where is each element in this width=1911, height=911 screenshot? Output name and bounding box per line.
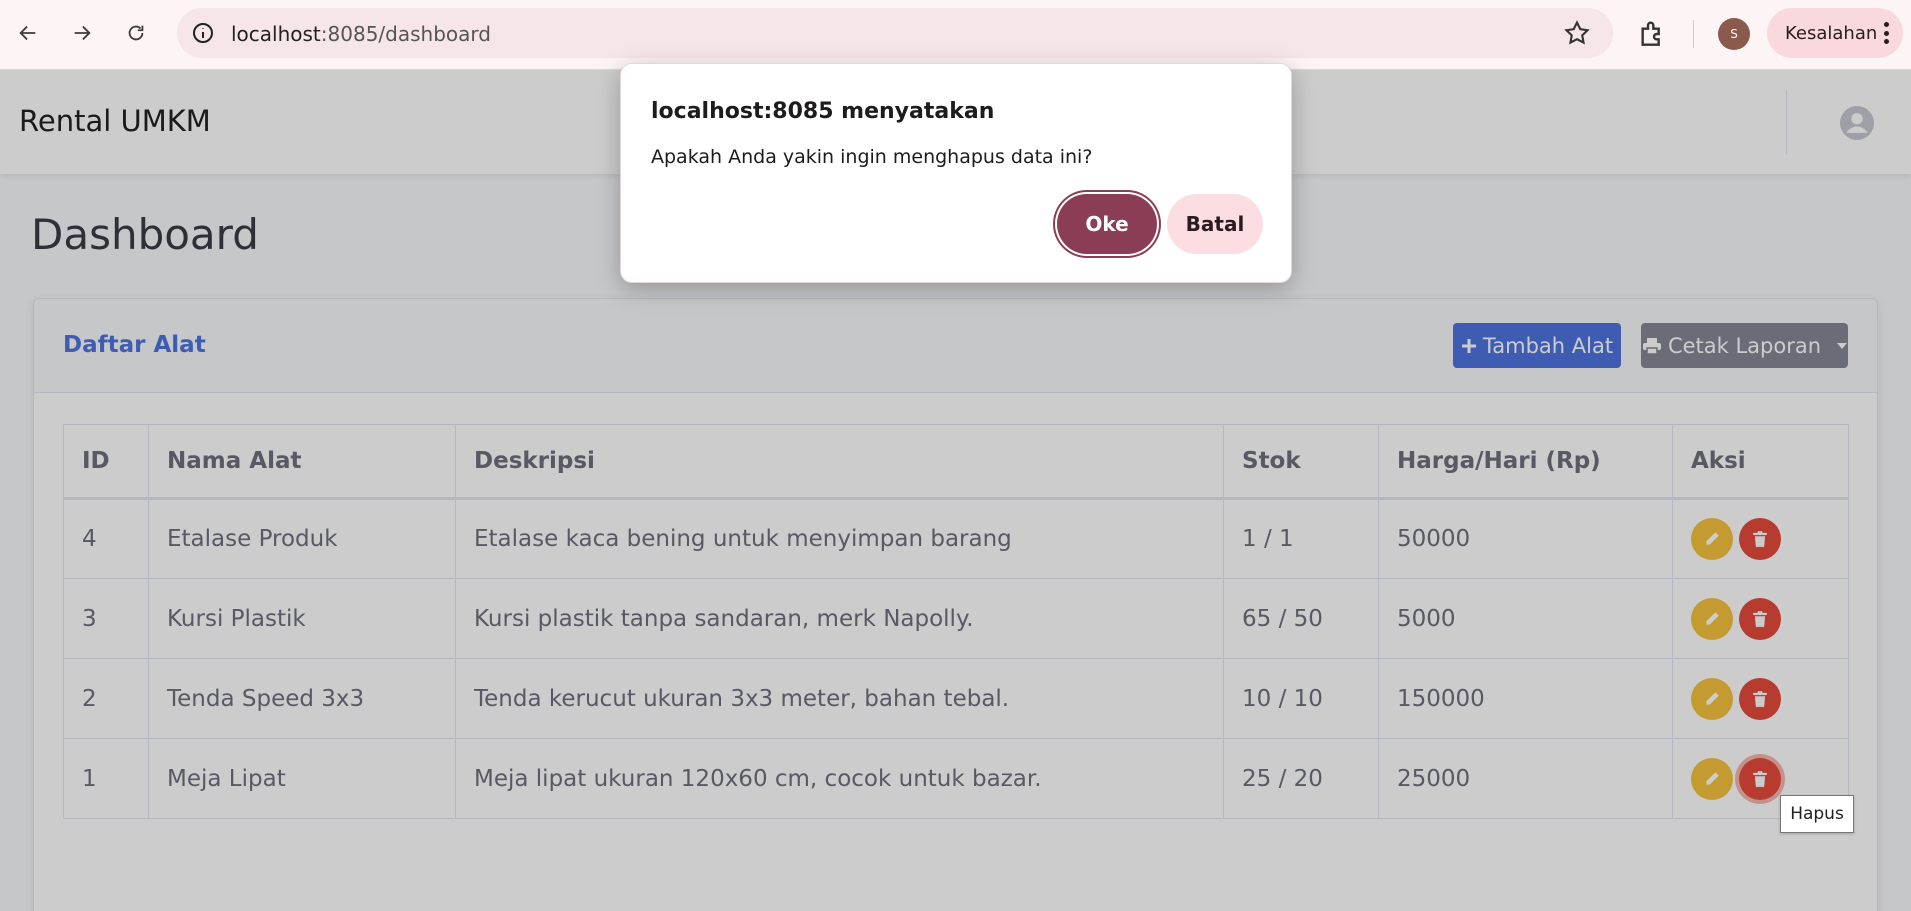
url-text: localhost:8085/dashboard [231,22,491,46]
delete-tooltip: Hapus [1780,795,1854,833]
back-button[interactable] [12,17,44,49]
dialog-message: Apakah Anda yakin ingin menghapus data i… [651,146,1093,168]
ok-button[interactable]: Oke [1057,194,1157,254]
browser-toolbar: localhost:8085/dashboard S Kesalahan [0,0,1911,70]
error-label: Kesalahan [1785,22,1878,44]
cancel-button[interactable]: Batal [1167,194,1263,254]
dialog-title: localhost:8085 menyatakan [651,99,995,124]
error-indicator-button[interactable]: Kesalahan [1767,8,1903,58]
profile-avatar[interactable]: S [1718,18,1750,50]
site-info-icon[interactable] [191,21,215,45]
address-bar[interactable]: localhost:8085/dashboard [177,8,1613,58]
confirm-dialog: localhost:8085 menyatakan Apakah Anda ya… [620,63,1292,283]
forward-arrow-icon [74,25,91,41]
extensions-icon[interactable] [1636,18,1668,50]
bookmark-star-icon[interactable] [1563,19,1591,47]
back-arrow-icon [19,25,36,41]
more-menu-icon[interactable] [1883,22,1889,44]
forward-button[interactable] [66,17,98,49]
reload-icon [128,25,144,41]
reload-button[interactable] [120,17,152,49]
toolbar-divider [1693,20,1694,48]
